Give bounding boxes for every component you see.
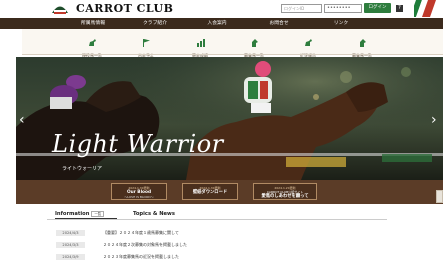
side-scroll-tab[interactable] <box>436 190 443 203</box>
site-header: CARROT CLUB ログインID •••••••• ログイン ? <box>0 0 443 17</box>
news-item[interactable]: 2024/4/3 【重要】２０２４年度１歳馬募集に関して <box>56 229 179 237</box>
banner-our-blood[interactable]: 2024.1.30更新 Our Blood ～LOVE IS BLOOD～ <box>111 183 167 200</box>
horse-icon <box>304 39 312 46</box>
sub-nav: 現役馬一覧 出走予定 競走成績 募集馬一覧 近況報告 募集馬一覧 <box>22 29 443 58</box>
nav-item-contact[interactable]: お問合せ <box>248 18 310 29</box>
banner-title: 愛馬のしあわせを願って <box>261 194 309 199</box>
hero-subtitle: ライトウォーリア <box>62 166 103 172</box>
banner-strip: 2024.1.30更新 Our Blood ～LOVE IS BLOOD～ 20… <box>16 180 443 204</box>
main-nav: 所属馬情報 クラブ紹介 入会案内 お問合せ リンク <box>0 18 443 29</box>
news-date: 2024/4/3 <box>56 230 85 236</box>
banner-title: 壁紙ダウンロード <box>192 190 228 195</box>
nav-item-horses[interactable]: 所属馬情報 <box>62 18 124 29</box>
prev-slide-arrow[interactable]: ‹ <box>19 112 25 128</box>
banner-subtitle: ～LOVE IS BLOOD～ <box>124 195 154 199</box>
hero-slider[interactable]: ‹ › Light Warrior ライトウォーリア <box>16 57 443 180</box>
login-button[interactable]: ログイン <box>364 3 391 13</box>
brand-name: CARROT CLUB <box>76 2 174 15</box>
flag-icon <box>142 39 150 47</box>
hero-photo <box>16 57 443 180</box>
news-item[interactable]: 2024/3/3 ２０２４年度２次募集の対象馬を掲載しました <box>56 241 187 249</box>
banner-wallpaper[interactable]: 2024.1.30更新 壁紙ダウンロード <box>182 183 238 200</box>
nav-item-club[interactable]: クラブ紹介 <box>124 18 186 29</box>
banner-official-site[interactable]: 2024.1.20更新 CARROT CLUB公認サイト 愛馬のしあわせを願って <box>253 183 317 200</box>
news-title[interactable]: 【重要】２０２４年度１歳馬募集に関して <box>103 230 179 236</box>
tab-information-label: Information <box>55 211 90 217</box>
nav-item-join[interactable]: 入会案内 <box>186 18 248 29</box>
news-date: 2024/3/3 <box>56 242 85 248</box>
active-tab-underline <box>55 218 117 219</box>
password-input[interactable]: •••••••• <box>324 4 362 13</box>
horse-head-icon <box>359 39 366 47</box>
help-icon[interactable]: ? <box>396 5 403 12</box>
stripe-flag-icon <box>414 0 436 17</box>
nav-item-links[interactable]: リンク <box>310 18 372 29</box>
carrot-club-logo-icon <box>52 6 68 14</box>
site-logo[interactable]: CARROT CLUB <box>50 2 173 15</box>
horse-head-icon <box>251 39 258 47</box>
list-badge[interactable]: 一覧 <box>91 211 105 217</box>
login-id-input[interactable]: ログインID <box>281 4 322 13</box>
news-tabs: Information 一覧 Topics & News <box>47 209 387 220</box>
news-item[interactable]: 2024/3/9 ２０２３年度募集馬の近況を掲載しました <box>56 253 179 261</box>
subnav-divider <box>22 54 443 55</box>
news-date: 2024/3/9 <box>56 254 85 260</box>
horse-icon <box>88 39 96 46</box>
news-title[interactable]: ２０２４年度２次募集の対象馬を掲載しました <box>103 242 187 248</box>
next-slide-arrow[interactable]: › <box>431 112 437 128</box>
chart-icon <box>196 39 205 47</box>
hero-title: Light Warrior <box>52 130 224 158</box>
tab-topics-news[interactable]: Topics & News <box>133 209 175 219</box>
news-title[interactable]: ２０２３年度募集馬の近況を掲載しました <box>103 254 179 260</box>
